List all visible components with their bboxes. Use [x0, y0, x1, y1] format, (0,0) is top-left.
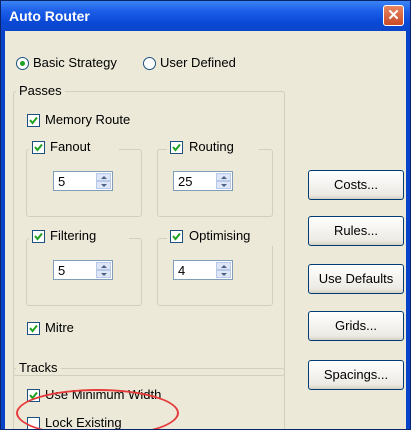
- filtering-value: 5: [58, 263, 66, 278]
- memory-route-label[interactable]: Memory Route: [45, 112, 130, 127]
- chevron-down-icon: [101, 273, 107, 276]
- memory-route-checkbox[interactable]: [27, 114, 40, 127]
- optimising-spin-up[interactable]: [216, 262, 231, 270]
- optimising-spin-down[interactable]: [216, 270, 231, 278]
- chevron-down-icon: [101, 184, 107, 187]
- fanout-spin-up[interactable]: [96, 173, 111, 181]
- costs-button[interactable]: Costs...: [308, 170, 404, 200]
- check-icon: [29, 116, 38, 125]
- routing-spin-down[interactable]: [216, 181, 231, 189]
- routing-value: 25: [178, 174, 193, 189]
- optimising-checkbox[interactable]: [170, 230, 183, 243]
- optimising-label[interactable]: Optimising: [189, 228, 250, 243]
- passes-group-label: Passes: [16, 83, 65, 98]
- routing-checkbox[interactable]: [170, 141, 183, 154]
- filtering-checkbox[interactable]: [32, 230, 45, 243]
- radio-selected-dot: [20, 61, 25, 66]
- title-bar[interactable]: Auto Router ✕: [1, 1, 410, 31]
- mitre-checkbox[interactable]: [27, 322, 40, 335]
- rules-button[interactable]: Rules...: [308, 216, 404, 246]
- auto-router-dialog: Auto Router ✕ Basic Strategy User Define…: [0, 0, 411, 430]
- chevron-up-icon: [101, 265, 107, 268]
- filtering-spin-down[interactable]: [96, 270, 111, 278]
- user-defined-radio[interactable]: [143, 57, 156, 70]
- chevron-down-icon: [221, 273, 227, 276]
- fanout-label[interactable]: Fanout: [50, 139, 90, 154]
- use-defaults-button[interactable]: Use Defaults: [308, 264, 404, 294]
- dialog-title: Auto Router: [9, 8, 90, 24]
- check-icon: [172, 143, 181, 152]
- fanout-spinbox[interactable]: 5: [53, 171, 113, 191]
- filtering-label[interactable]: Filtering: [50, 228, 96, 243]
- check-icon: [29, 324, 38, 333]
- optimising-value: 4: [178, 263, 186, 278]
- routing-label[interactable]: Routing: [189, 139, 234, 154]
- fanout-checkbox[interactable]: [32, 141, 45, 154]
- grids-button[interactable]: Grids...: [308, 311, 404, 341]
- highlight-annotation: [16, 389, 179, 429]
- tracks-group-label: Tracks: [16, 360, 61, 375]
- chevron-up-icon: [221, 176, 227, 179]
- optimising-spinbox[interactable]: 4: [173, 260, 233, 280]
- user-defined-label[interactable]: User Defined: [160, 55, 236, 70]
- dialog-body: Basic Strategy User Defined Passes Memor…: [5, 31, 406, 429]
- basic-strategy-label[interactable]: Basic Strategy: [33, 55, 117, 70]
- check-icon: [172, 232, 181, 241]
- chevron-down-icon: [221, 184, 227, 187]
- chevron-up-icon: [101, 176, 107, 179]
- close-button[interactable]: ✕: [383, 5, 404, 26]
- fanout-spin-down[interactable]: [96, 181, 111, 189]
- routing-spinbox[interactable]: 25: [173, 171, 233, 191]
- basic-strategy-radio[interactable]: [16, 57, 29, 70]
- check-icon: [34, 143, 43, 152]
- filtering-spin-up[interactable]: [96, 262, 111, 270]
- close-icon: ✕: [387, 7, 400, 24]
- routing-spin-up[interactable]: [216, 173, 231, 181]
- fanout-value: 5: [58, 174, 66, 189]
- chevron-up-icon: [221, 265, 227, 268]
- mitre-label[interactable]: Mitre: [45, 320, 74, 335]
- spacings-button[interactable]: Spacings...: [308, 360, 404, 390]
- filtering-spinbox[interactable]: 5: [53, 260, 113, 280]
- check-icon: [34, 232, 43, 241]
